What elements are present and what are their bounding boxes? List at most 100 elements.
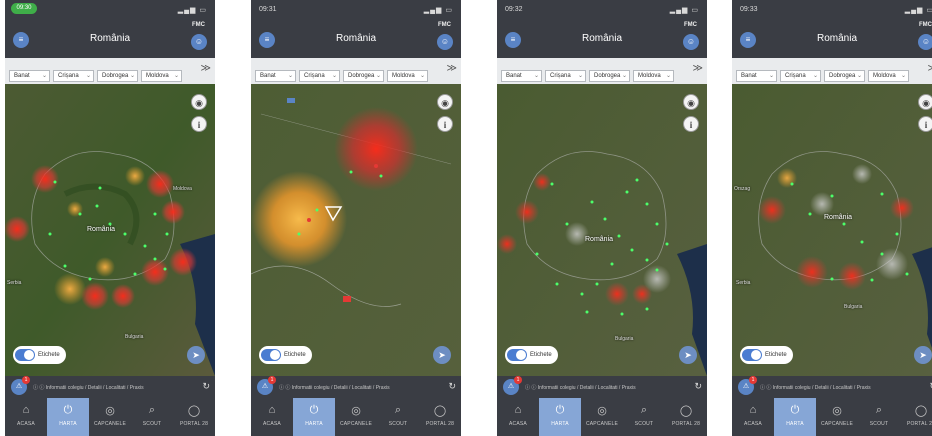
tab-portal[interactable]: ◯ PORTAL 28 <box>900 398 932 436</box>
tab-harta[interactable]: ⏻ HARTA <box>47 398 89 436</box>
tab-scout[interactable]: ⌕ SCOUT <box>623 398 665 436</box>
filter-label: Banat <box>14 73 30 79</box>
labels-toggle[interactable]: Etichete <box>259 346 312 364</box>
user-icon[interactable]: ☺ <box>191 34 207 50</box>
home-icon: ⌂ <box>22 404 30 416</box>
tab-acasa[interactable]: ⌂ ACASA <box>5 398 47 436</box>
tab-acasa[interactable]: ⌂ ACASA <box>497 398 539 436</box>
more-filters-icon[interactable]: ≫ <box>693 63 703 74</box>
filter-label: Crișana <box>304 73 325 79</box>
info-icon[interactable]: i <box>191 116 207 132</box>
refresh-icon[interactable]: ↻ <box>448 381 456 392</box>
filter-chip[interactable]: Dobrogea ⌄ <box>97 70 138 82</box>
app-header: FMC ≡ România ☺ <box>251 22 461 58</box>
tab-capcanele[interactable]: ◎ CAPCANELE <box>581 398 623 436</box>
tab-label: PORTAL 28 <box>906 421 932 427</box>
filter-chip[interactable]: Moldova ⌄ <box>868 70 909 82</box>
tab-harta[interactable]: ⏻ HARTA <box>774 398 816 436</box>
tab-portal[interactable]: ◯ PORTAL 28 <box>665 398 707 436</box>
power-icon: ⏻ <box>555 404 565 416</box>
locate-icon[interactable]: ◉ <box>918 94 932 110</box>
alert-icon[interactable]: ⚠ 1 <box>503 376 522 395</box>
labels-toggle[interactable]: Etichete <box>13 346 66 364</box>
tab-scout[interactable]: ⌕ SCOUT <box>131 398 173 436</box>
chevron-down-icon: ⌄ <box>129 73 135 79</box>
filter-chip[interactable]: Banat ⌄ <box>255 70 296 82</box>
target-icon: ◎ <box>105 405 115 417</box>
toggle-switch[interactable] <box>15 349 35 361</box>
filter-chip[interactable]: Crișana ⌄ <box>780 70 821 82</box>
compass-icon[interactable]: ➤ <box>679 346 697 364</box>
tab-acasa[interactable]: ⌂ ACASA <box>251 398 293 436</box>
compass-icon[interactable]: ➤ <box>187 346 205 364</box>
tab-label: CAPCANELE <box>820 421 854 427</box>
labels-toggle[interactable]: Etichete <box>505 346 558 364</box>
signal-battery-icon: ▂▄▆ ▭ <box>177 7 207 14</box>
filter-chip[interactable]: Dobrogea ⌄ <box>589 70 630 82</box>
filter-chip[interactable]: Dobrogea ⌄ <box>824 70 865 82</box>
tab-acasa[interactable]: ⌂ ACASA <box>732 398 774 436</box>
tab-harta[interactable]: ⏻ HARTA <box>293 398 335 436</box>
tab-capcanele[interactable]: ◎ CAPCANELE <box>89 398 131 436</box>
more-filters-icon[interactable]: ≫ <box>447 63 457 74</box>
filter-chip[interactable]: Crișana ⌄ <box>545 70 586 82</box>
labels-toggle[interactable]: Etichete <box>740 346 793 364</box>
toggle-switch[interactable] <box>742 349 762 361</box>
status-time: 09:31 <box>259 6 277 13</box>
locate-icon[interactable]: ◉ <box>437 94 453 110</box>
tab-portal[interactable]: ◯ PORTAL 28 <box>419 398 461 436</box>
tab-label: ACASA <box>263 421 281 427</box>
tab-capcanele[interactable]: ◎ CAPCANELE <box>816 398 858 436</box>
map-label-country: România <box>87 226 116 233</box>
tab-portal[interactable]: ◯ PORTAL 28 <box>173 398 215 436</box>
filter-chip[interactable]: Crișana ⌄ <box>299 70 340 82</box>
alert-icon[interactable]: ⚠ 1 <box>11 376 30 395</box>
refresh-icon[interactable]: ↻ <box>202 381 210 392</box>
status-bar: 09:30 ▂▄▆ ▭ <box>5 0 215 22</box>
info-icon[interactable]: i <box>683 116 699 132</box>
locate-icon[interactable]: ◉ <box>683 94 699 110</box>
toggle-switch[interactable] <box>261 349 281 361</box>
compass-icon[interactable]: ➤ <box>914 346 932 364</box>
heatmap-map[interactable]: România Moldova Serbia Bulgaria ◉ i Etic… <box>5 84 215 376</box>
tab-scout[interactable]: ⌕ SCOUT <box>858 398 900 436</box>
tab-label: SCOUT <box>388 421 408 427</box>
user-icon[interactable]: ☺ <box>683 34 699 50</box>
alert-icon[interactable]: ⚠ 1 <box>257 376 276 395</box>
toggle-switch[interactable] <box>507 349 527 361</box>
chevron-down-icon: ⌄ <box>812 73 818 79</box>
alert-icon[interactable]: ⚠ 1 <box>738 376 757 395</box>
page-title: România <box>335 33 377 44</box>
filter-chip[interactable]: Banat ⌄ <box>501 70 542 82</box>
filter-chip[interactable]: Moldova ⌄ <box>387 70 428 82</box>
filter-chip[interactable]: Banat ⌄ <box>9 70 50 82</box>
locate-icon[interactable]: ◉ <box>191 94 207 110</box>
refresh-icon[interactable]: ↻ <box>694 381 702 392</box>
info-icon[interactable]: i <box>437 116 453 132</box>
user-icon[interactable]: ☺ <box>918 34 932 50</box>
filter-label: Moldova <box>392 73 415 79</box>
tab-scout[interactable]: ⌕ SCOUT <box>377 398 419 436</box>
tab-harta[interactable]: ⏻ HARTA <box>539 398 581 436</box>
more-filters-icon[interactable]: ≫ <box>928 63 932 74</box>
filter-chip[interactable]: Banat ⌄ <box>736 70 777 82</box>
tab-capcanele[interactable]: ◎ CAPCANELE <box>335 398 377 436</box>
heatmap-map[interactable]: ◉ i Etichete ➤ <box>251 84 461 376</box>
filter-chip[interactable]: Moldova ⌄ <box>633 70 674 82</box>
region-filter-bar: Banat⌄Crișana⌄Dobrogea⌄Moldova⌄ ≫ <box>732 58 932 84</box>
compass-icon[interactable]: ➤ <box>433 346 451 364</box>
address-bar: ⚠ 1 ⓘ ⓘ Informatii colegiu / Detalii / Lo… <box>732 376 932 398</box>
heatmap-map[interactable]: România Orszag Serbia Bulgaria ◉ i Etich… <box>732 84 932 376</box>
more-filters-icon[interactable]: ≫ <box>201 63 211 74</box>
tab-label: ACASA <box>509 421 527 427</box>
heatmap-map[interactable]: România Bulgaria ◉ i Etichete ➤ <box>497 84 707 376</box>
info-icon[interactable]: i <box>918 116 932 132</box>
filter-chip[interactable]: Dobrogea ⌄ <box>343 70 384 82</box>
chat-icon: ◯ <box>679 405 693 417</box>
filter-chip[interactable]: Crișana ⌄ <box>53 70 94 82</box>
filter-chip[interactable]: Moldova ⌄ <box>141 70 182 82</box>
map-label-region: Bulgaria <box>615 336 634 342</box>
map-label-region: Bulgaria <box>844 304 863 310</box>
user-icon[interactable]: ☺ <box>437 34 453 50</box>
toggle-label: Etichete <box>38 352 60 358</box>
